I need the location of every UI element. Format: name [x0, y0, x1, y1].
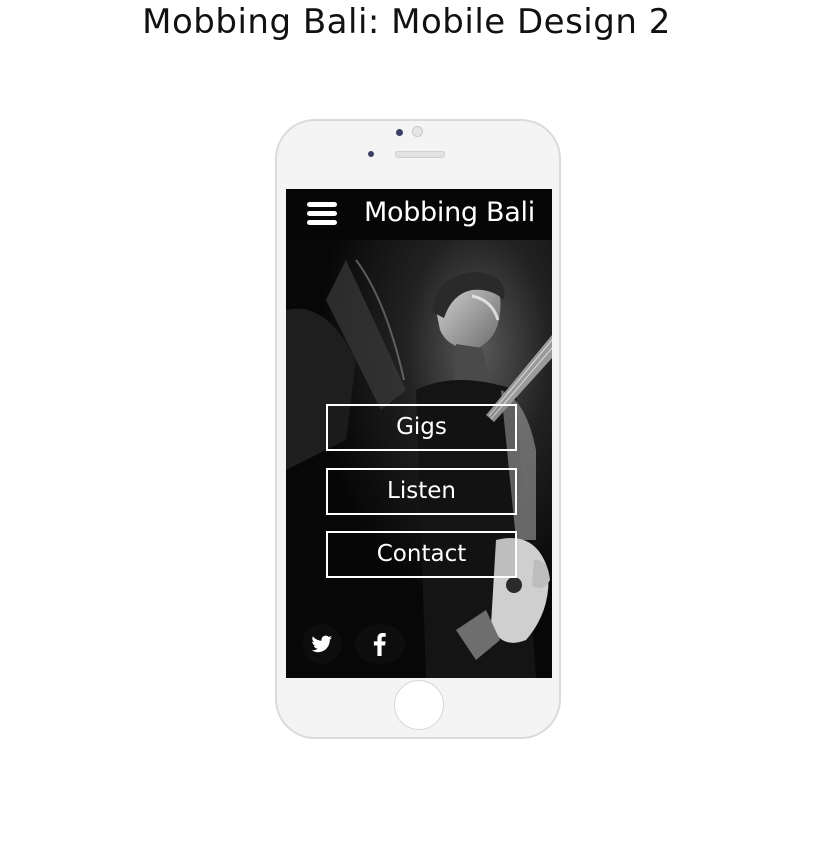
band-photo: [286, 240, 552, 678]
facebook-icon[interactable]: [355, 624, 405, 664]
page-title: Mobbing Bali: Mobile Design 2: [142, 2, 671, 42]
hamburger-menu-icon[interactable]: [307, 202, 337, 226]
earpiece-speaker: [395, 151, 445, 158]
front-camera-icon: [396, 129, 403, 136]
app-header: Mobbing Bali: [286, 189, 552, 240]
light-sensor-icon: [368, 151, 374, 157]
proximity-sensor-icon: [412, 126, 423, 137]
home-button[interactable]: [394, 680, 444, 730]
twitter-icon[interactable]: [302, 624, 342, 664]
app-title: Mobbing Bali: [364, 197, 535, 228]
listen-button[interactable]: Listen: [326, 468, 517, 515]
contact-button[interactable]: Contact: [326, 531, 517, 578]
gigs-button[interactable]: Gigs: [326, 404, 517, 451]
phone-screen: Mobbing Bali Gigs Listen Contact: [286, 189, 552, 678]
